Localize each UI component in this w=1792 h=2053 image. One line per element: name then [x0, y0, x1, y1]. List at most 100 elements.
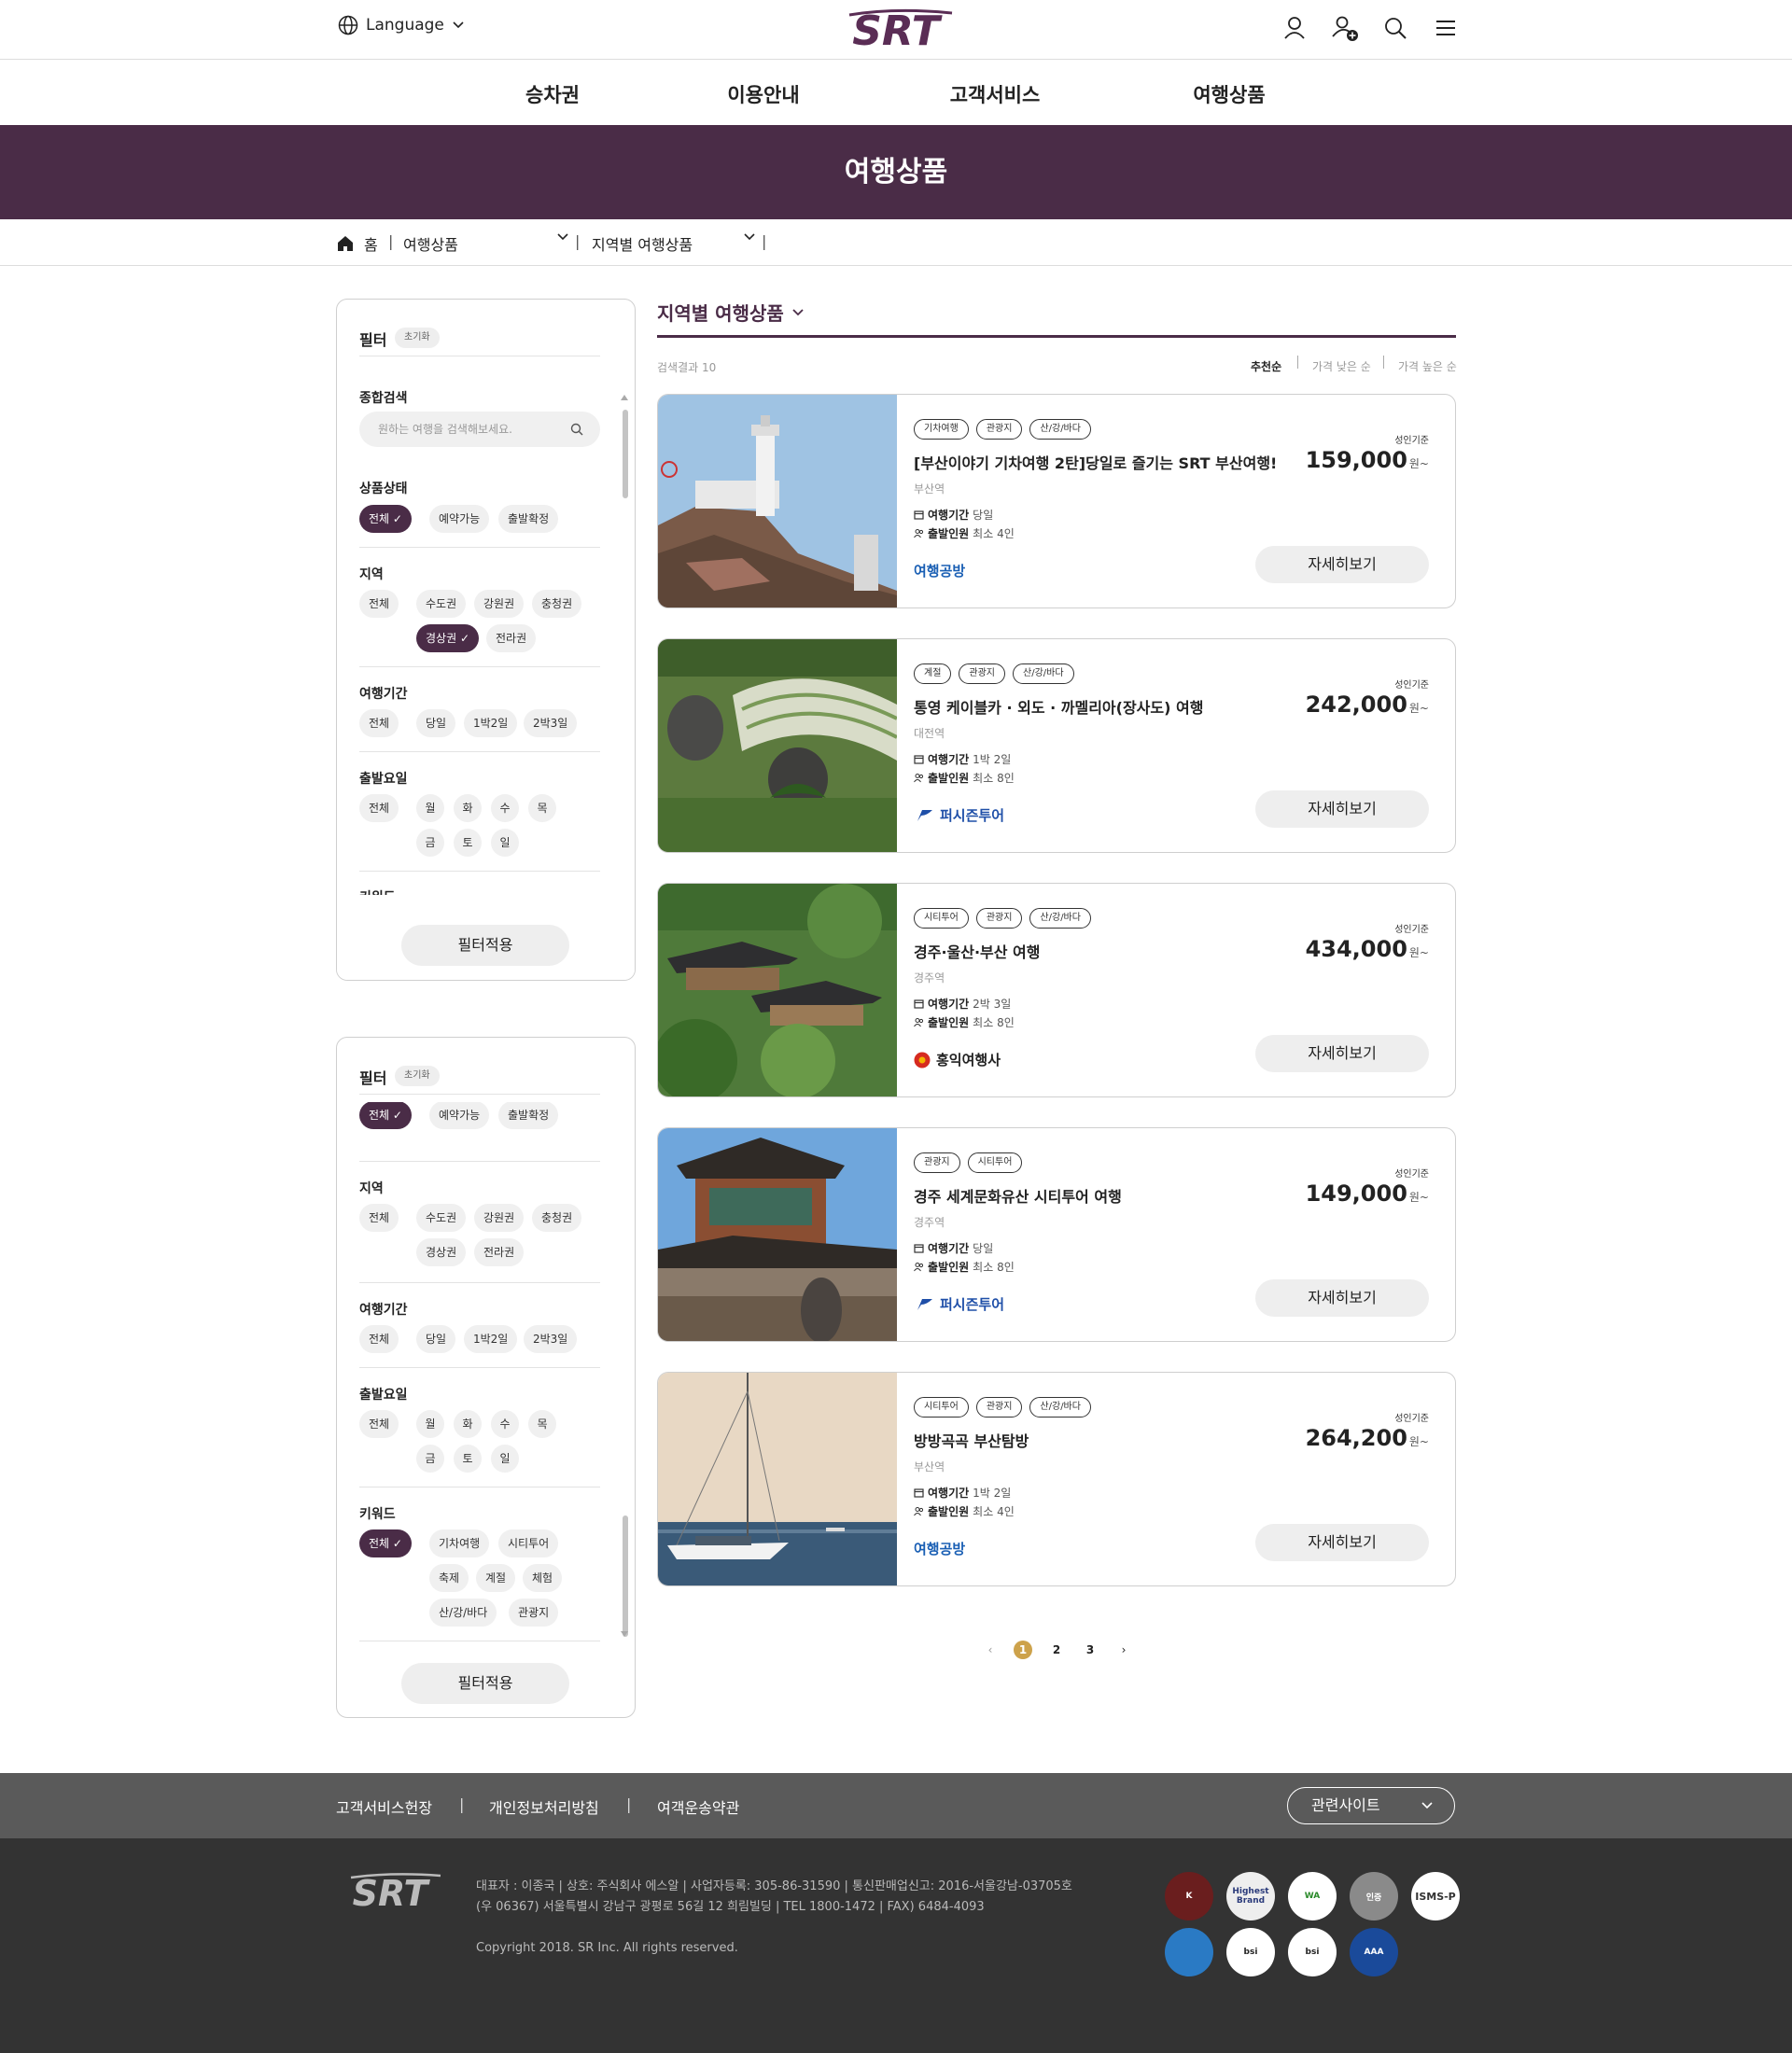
day-chip-thu[interactable]: 목: [528, 794, 556, 822]
region-chip-gyeongsang[interactable]: 경상권: [416, 624, 479, 652]
product-card[interactable]: 관광지 시티투어 경주 세계문화유산 시티투어 여행 경주역 여행기간 당일 출…: [657, 1127, 1456, 1342]
search-icon[interactable]: [1381, 14, 1409, 42]
region-chip-jeolla[interactable]: 전라권: [486, 624, 537, 652]
pagination-prev[interactable]: ‹: [981, 1641, 1000, 1659]
region-chip-all[interactable]: 전체: [359, 1204, 399, 1232]
badge-people-icon[interactable]: [1165, 1928, 1213, 1976]
region-chip-gyeongsang[interactable]: 경상권: [416, 1238, 467, 1266]
duration-chip-1n2d[interactable]: 1박2일: [464, 709, 518, 737]
day-chip-sun[interactable]: 일: [491, 829, 519, 857]
scroll-up-arrow[interactable]: [621, 395, 628, 400]
badge-certification-icon[interactable]: 인증: [1350, 1872, 1398, 1920]
gnb-item-customer-service[interactable]: 고객서비스: [950, 80, 1041, 108]
footer-link-privacy[interactable]: 개인정보처리방침: [489, 1795, 599, 1818]
pagination-next[interactable]: ›: [1114, 1641, 1133, 1659]
product-image-lighthouse[interactable]: [658, 395, 897, 608]
day-chip-tue[interactable]: 화: [454, 794, 482, 822]
day-chip-thu[interactable]: 목: [528, 1410, 556, 1438]
product-card[interactable]: 시티투어 관광지 산/강/바다 방방곡곡 부산탐방 부산역 여행기간 1박 2일…: [657, 1372, 1456, 1586]
region-chip-gangwon[interactable]: 강원권: [474, 1204, 525, 1232]
region-chip-capital[interactable]: 수도권: [416, 590, 467, 618]
sort-price-low[interactable]: 가격 낮은 순: [1312, 358, 1371, 374]
day-chip-all[interactable]: 전체: [359, 1410, 399, 1438]
day-chip-sat[interactable]: 토: [454, 1445, 482, 1473]
srt-logo[interactable]: SRT: [831, 7, 961, 50]
apply-filter-button[interactable]: 필터적용: [401, 1663, 569, 1704]
keyword-chip-attraction[interactable]: 관광지: [509, 1599, 559, 1627]
keyword-chip-all[interactable]: 전체: [359, 1529, 412, 1557]
region-chip-gangwon[interactable]: 강원권: [474, 590, 525, 618]
badge-highest-brand-icon[interactable]: Highest Brand: [1226, 1872, 1275, 1920]
status-chip-confirmed[interactable]: 출발확정: [498, 1101, 559, 1129]
day-chip-sun[interactable]: 일: [491, 1445, 519, 1473]
pagination-page-2[interactable]: 2: [1047, 1641, 1066, 1659]
keyword-chip-season[interactable]: 계절: [476, 1564, 516, 1592]
detail-button[interactable]: 자세히보기: [1255, 1035, 1429, 1072]
apply-filter-button[interactable]: 필터적용: [401, 925, 569, 966]
keyword-chip-citytour[interactable]: 시티투어: [498, 1529, 559, 1557]
product-image-pavilion[interactable]: [658, 1128, 897, 1341]
region-chip-chungcheong[interactable]: 충청권: [532, 1204, 582, 1232]
product-card[interactable]: 시티투어 관광지 산/강/바다 경주·울산·부산 여행 경주역 여행기간 2박 …: [657, 883, 1456, 1097]
duration-chip-all[interactable]: 전체: [359, 709, 399, 737]
product-title[interactable]: 경주·울산·부산 여행: [914, 940, 1041, 962]
reset-button[interactable]: 초기화: [395, 1066, 440, 1086]
keyword-chip-festival[interactable]: 축제: [429, 1564, 469, 1592]
sort-recommended[interactable]: 추천순: [1251, 358, 1281, 374]
badge-isms-p-icon[interactable]: ISMS-P: [1411, 1872, 1460, 1920]
day-chip-tue[interactable]: 화: [454, 1410, 482, 1438]
gnb-item-tickets[interactable]: 승차권: [525, 80, 580, 108]
region-chip-jeolla[interactable]: 전라권: [474, 1238, 525, 1266]
day-chip-fri[interactable]: 금: [416, 1445, 444, 1473]
reset-button[interactable]: 초기화: [395, 328, 440, 348]
gnb-item-guide[interactable]: 이용안내: [727, 80, 799, 108]
search-icon[interactable]: [570, 423, 583, 436]
status-chip-all[interactable]: 전체: [359, 505, 412, 533]
breadcrumb-level2[interactable]: 지역별 여행상품: [592, 232, 693, 255]
status-chip-available[interactable]: 예약가능: [429, 1101, 490, 1129]
listing-title[interactable]: 지역별 여행상품: [657, 299, 805, 326]
product-card[interactable]: 기차여행 관광지 산/강/바다 [부산이야기 기차여행 2탄]당일로 즐기는 S…: [657, 394, 1456, 608]
user-add-icon[interactable]: [1331, 14, 1359, 42]
day-chip-fri[interactable]: 금: [416, 829, 444, 857]
duration-chip-day[interactable]: 당일: [416, 1325, 456, 1353]
product-image-garden[interactable]: [658, 639, 897, 852]
status-chip-available[interactable]: 예약가능: [429, 505, 490, 533]
duration-chip-all[interactable]: 전체: [359, 1325, 399, 1353]
language-selector[interactable]: Language: [338, 15, 465, 35]
detail-button[interactable]: 자세히보기: [1255, 1524, 1429, 1561]
keyword-chip-experience[interactable]: 체험: [523, 1564, 563, 1592]
user-icon[interactable]: [1281, 14, 1309, 42]
day-chip-all[interactable]: 전체: [359, 794, 399, 822]
day-chip-mon[interactable]: 월: [416, 1410, 444, 1438]
pagination-page-1[interactable]: 1: [1014, 1641, 1032, 1659]
scroll-down-arrow[interactable]: [621, 1631, 628, 1637]
product-title[interactable]: 통영 케이블카 · 외도 · 까멜리아(장사도) 여행: [914, 695, 1203, 718]
chevron-down-icon[interactable]: [743, 232, 756, 242]
day-chip-wed[interactable]: 수: [491, 1410, 519, 1438]
duration-chip-2n3d[interactable]: 2박3일: [524, 1325, 578, 1353]
status-chip-all[interactable]: 전체: [359, 1101, 412, 1129]
status-chip-confirmed[interactable]: 출발확정: [498, 505, 559, 533]
day-chip-wed[interactable]: 수: [491, 794, 519, 822]
badge-wa-icon[interactable]: WA: [1288, 1872, 1337, 1920]
breadcrumb-home[interactable]: 홈: [336, 232, 378, 255]
sort-price-high[interactable]: 가격 높은 순: [1398, 358, 1457, 374]
scrollbar-thumb[interactable]: [623, 410, 628, 498]
detail-button[interactable]: 자세히보기: [1255, 790, 1429, 828]
keyword-chip-nature[interactable]: 산/강/바다: [429, 1599, 497, 1627]
footer-link-terms[interactable]: 여객운송약관: [657, 1795, 739, 1818]
region-chip-all[interactable]: 전체: [359, 590, 399, 618]
day-chip-sat[interactable]: 토: [454, 829, 482, 857]
product-image-sailboat[interactable]: [658, 1373, 897, 1585]
footer-link-charter[interactable]: 고객서비스헌장: [336, 1795, 432, 1818]
chevron-down-icon[interactable]: [556, 232, 569, 242]
day-chip-mon[interactable]: 월: [416, 794, 444, 822]
badge-bsi-icon[interactable]: bsi: [1288, 1928, 1337, 1976]
product-title[interactable]: 방방곡곡 부산탐방: [914, 1429, 1029, 1451]
duration-chip-2n3d[interactable]: 2박3일: [524, 709, 578, 737]
duration-chip-day[interactable]: 당일: [416, 709, 456, 737]
keyword-chip-train[interactable]: 기차여행: [429, 1529, 490, 1557]
badge-bsi-icon[interactable]: bsi: [1226, 1928, 1275, 1976]
gnb-item-travel-products[interactable]: 여행상품: [1193, 80, 1265, 108]
